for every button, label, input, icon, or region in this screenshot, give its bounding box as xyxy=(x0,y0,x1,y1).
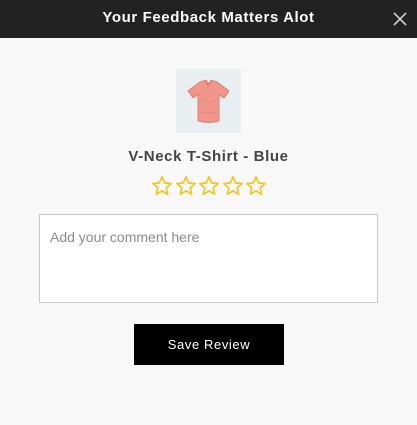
star-rating xyxy=(151,175,267,199)
star-1[interactable] xyxy=(151,175,173,197)
product-name: V-Neck T-Shirt - Blue xyxy=(128,148,289,165)
star-2[interactable] xyxy=(175,175,197,197)
star-5[interactable] xyxy=(245,175,267,197)
star-3[interactable] xyxy=(198,175,220,197)
modal-title: Your Feedback Matters Alot xyxy=(102,9,315,26)
comment-field[interactable] xyxy=(39,214,378,303)
product-image xyxy=(176,69,241,133)
close-button[interactable] xyxy=(391,10,409,28)
tshirt-icon xyxy=(187,79,230,123)
modal-header: Your Feedback Matters Alot xyxy=(0,0,417,38)
star-4[interactable] xyxy=(222,175,244,197)
close-icon xyxy=(393,12,407,26)
save-review-button[interactable]: Save Review xyxy=(134,324,284,365)
